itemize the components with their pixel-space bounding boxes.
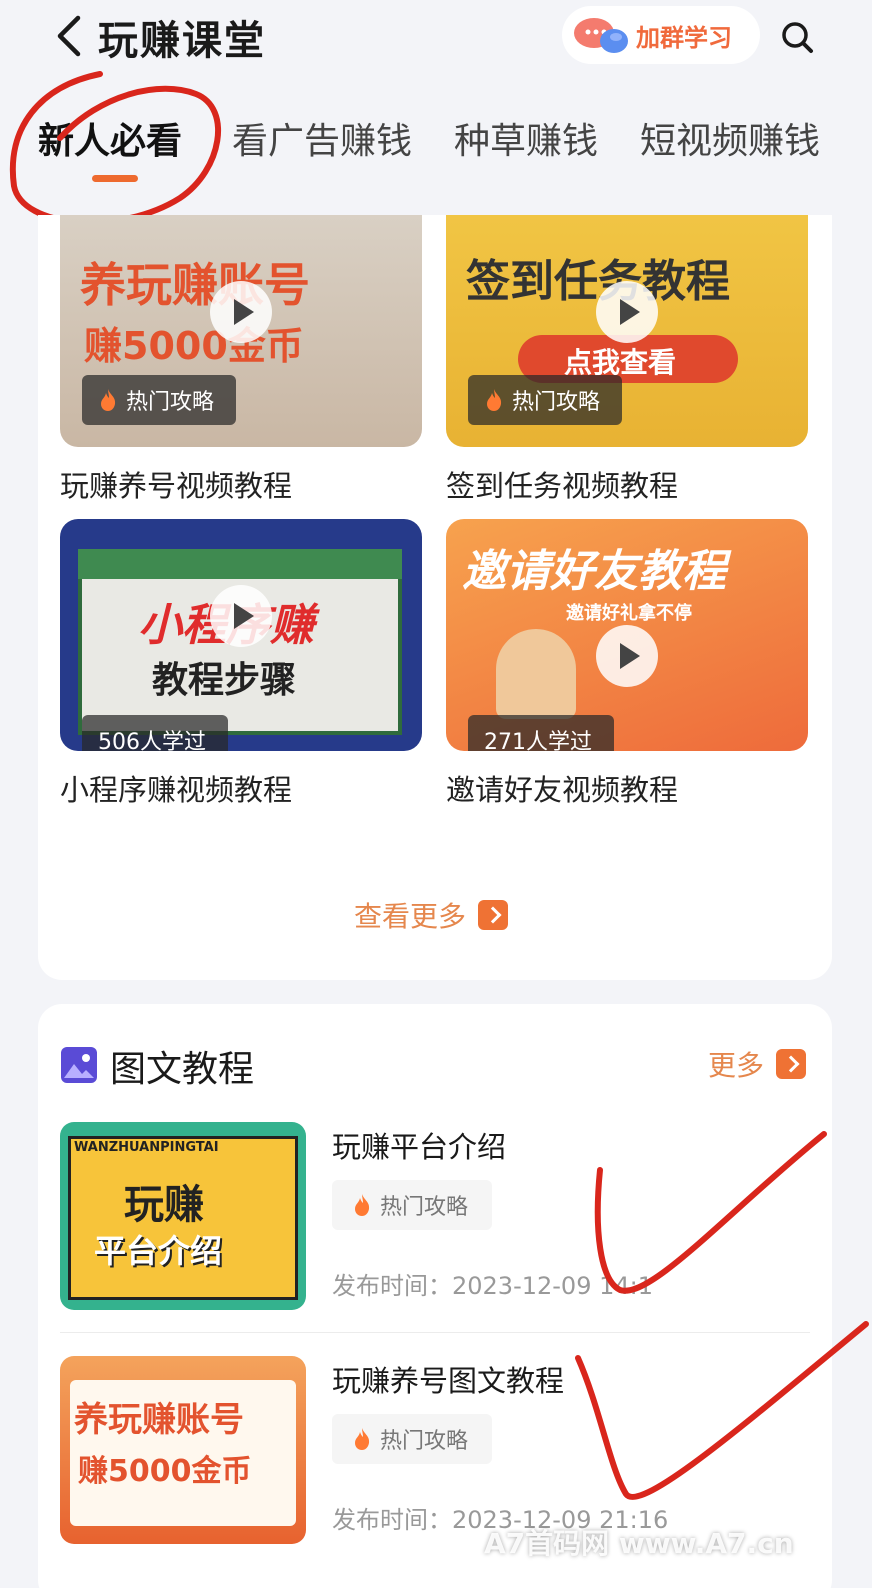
thumbnail-title: 玩赚 [124,1182,204,1228]
play-icon[interactable] [210,281,272,343]
video-badge-label: 热门攻略 [126,390,215,415]
see-more-button[interactable]: 查看更多 [354,895,509,935]
video-badge-label: 506人学过 [98,730,206,751]
article-item[interactable]: WANZHUANPINGTAI 玩赚 平台介绍 玩赚平台介绍 热门攻略 发布时间… [60,1122,810,1312]
article-tag: 热门攻略 [332,1414,493,1464]
fire-icon [355,1194,370,1216]
back-arrow-icon[interactable] [52,14,92,58]
tab-short-video-earning[interactable]: 短视频赚钱 [640,112,820,164]
article-tag-label: 热门攻略 [380,1429,469,1454]
video-caption[interactable]: 小程序赚视频教程 [60,767,422,809]
video-thumbnail[interactable]: 邀请好友教程 邀请好礼拿不停 271人学过 [446,519,808,751]
person-illustration [496,629,576,719]
chat-bubbles-icon [574,18,628,53]
thumbnail-title: 邀请好友教程 [462,546,726,597]
video-thumbnail[interactable]: 签到任务教程 点我查看 热门攻略 [446,215,808,447]
fire-icon [101,389,116,411]
more-label: 更多 [708,1049,765,1082]
page-title: 玩赚课堂 [98,18,266,64]
video-caption[interactable]: 签到任务视频教程 [446,463,808,505]
image-gallery-icon [61,1047,97,1083]
tab-ad-earning[interactable]: 看广告赚钱 [232,112,412,164]
article-tutorials-card: 图文教程 更多 WANZHUANPINGTAI 玩赚 平台介绍 玩赚平台介绍 热… [38,1004,832,1588]
play-icon[interactable] [210,585,272,647]
video-caption[interactable]: 玩赚养号视频教程 [60,463,422,505]
thumbnail-subtitle: 赚5000金币 [78,1454,252,1489]
divider [60,1332,810,1333]
fire-icon [355,1428,370,1450]
video-item[interactable]: 邀请好友教程 邀请好礼拿不停 271人学过 邀请好友视频教程 [446,519,808,809]
thumbnail-subtitle: 平台介绍 [94,1232,223,1270]
video-badge: 热门攻略 [82,375,237,425]
thumbnail-subtitle: 赚5000金币 [84,324,304,368]
video-badge-label: 热门攻略 [512,390,601,415]
chevron-right-icon [478,900,509,930]
watermark: A7首码网 www.A7.cn [484,1527,794,1560]
more-button[interactable]: 更多 [708,1044,807,1084]
section-title: 图文教程 [110,1049,255,1090]
video-tutorials-card: 养玩赚账号 赚5000金币 热门攻略 玩赚养号视频教程 签到任务教程 点我查看 … [38,215,832,980]
tab-newcomer[interactable]: 新人必看 [38,112,182,164]
active-tab-indicator [92,175,138,182]
video-badge: 热门攻略 [468,375,623,425]
article-title[interactable]: 玩赚养号图文教程 [332,1358,564,1400]
article-tag: 热门攻略 [332,1180,493,1230]
thumbnail-title: 养玩赚账号 [80,258,310,312]
chevron-right-icon [776,1049,807,1079]
article-title[interactable]: 玩赚平台介绍 [332,1124,506,1166]
join-group-button[interactable]: 加群学习 [562,6,760,64]
video-badge-label: 271人学过 [484,730,592,751]
join-group-label: 加群学习 [636,23,732,52]
article-thumbnail[interactable]: 养玩赚账号 赚5000金币 [60,1356,306,1544]
header: 玩赚课堂 加群学习 [0,0,872,80]
tab-seeding-earning[interactable]: 种草赚钱 [454,112,598,164]
video-item[interactable]: 签到任务教程 点我查看 热门攻略 签到任务视频教程 [446,215,808,505]
video-caption[interactable]: 邀请好友视频教程 [446,767,808,809]
thumbnail-window-bar [78,549,402,579]
fire-icon [487,389,502,411]
thumbnail-title: 养玩赚账号 [74,1400,244,1440]
play-icon[interactable] [596,625,658,687]
search-icon[interactable] [778,18,816,56]
video-thumbnail[interactable]: 小程序赚 教程步骤 506人学过 [60,519,422,751]
play-icon[interactable] [596,281,658,343]
video-thumbnail[interactable]: 养玩赚账号 赚5000金币 热门攻略 [60,215,422,447]
video-badge: 271人学过 [468,715,614,751]
thumbnail-subtitle: 教程步骤 [152,660,297,701]
article-date: 发布时间：2023-12-09 14:1 [332,1272,653,1300]
article-item[interactable]: 养玩赚账号 赚5000金币 玩赚养号图文教程 热门攻略 发布时间：2023-12… [60,1356,810,1546]
video-item[interactable]: 养玩赚账号 赚5000金币 热门攻略 玩赚养号视频教程 [60,215,422,505]
video-badge: 506人学过 [82,715,228,751]
video-item[interactable]: 小程序赚 教程步骤 506人学过 小程序赚视频教程 [60,519,422,809]
thumbnail-subtitle: 邀请好礼拿不停 [566,603,692,624]
thumbnail-banner: WANZHUANPINGTAI [74,1140,219,1155]
see-more-label: 查看更多 [354,900,467,933]
category-tabs: 新人必看 看广告赚钱 种草赚钱 短视频赚钱 [0,112,872,182]
article-tag-label: 热门攻略 [380,1195,469,1220]
article-thumbnail[interactable]: WANZHUANPINGTAI 玩赚 平台介绍 [60,1122,306,1310]
